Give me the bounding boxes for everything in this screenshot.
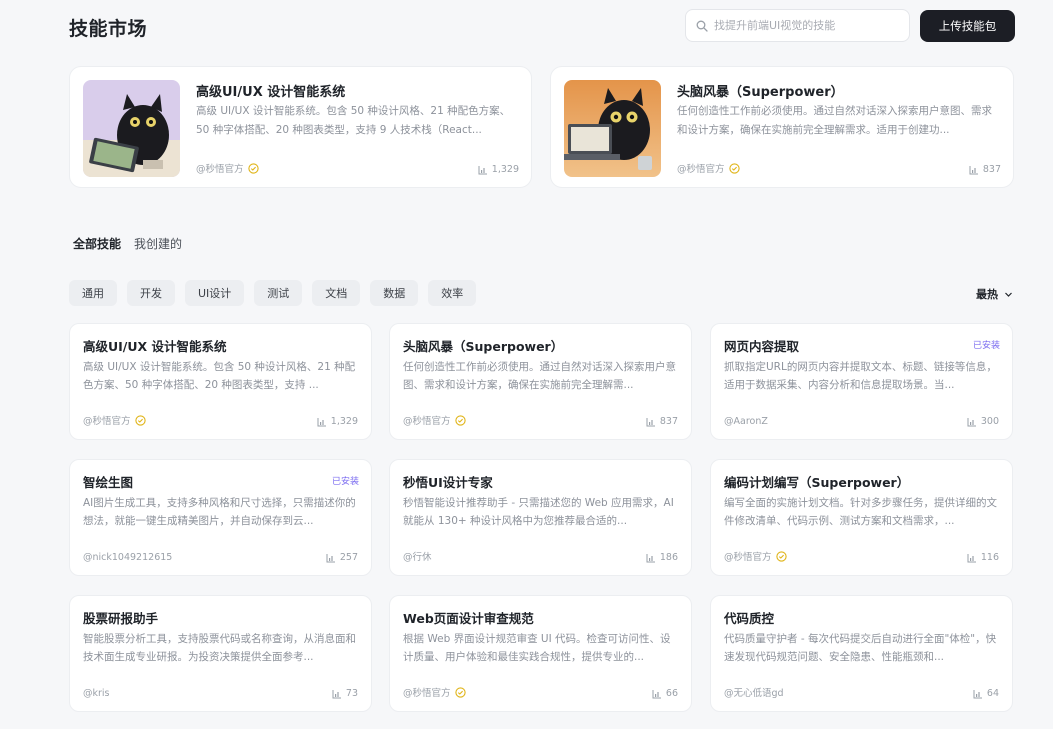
skill-title: Web页面设计审查规范 bbox=[403, 611, 534, 626]
skill-desc: 编写全面的实施计划文档。针对多步骤任务，提供详细的文件修改清单、代码示例、测试方… bbox=[724, 497, 997, 527]
usage-count: 837 bbox=[969, 164, 1001, 175]
verified-badge-icon bbox=[454, 414, 466, 426]
bar-chart-icon bbox=[326, 553, 335, 562]
category-chip[interactable]: 效率 bbox=[428, 280, 477, 306]
skill-title: 网页内容提取 bbox=[724, 339, 800, 354]
featured-author: @秒悟官方 bbox=[677, 161, 740, 175]
page-title: 技能市场 bbox=[69, 18, 148, 40]
chevron-down-icon bbox=[1005, 292, 1012, 297]
search-icon bbox=[696, 20, 708, 32]
sort-label: 最热 bbox=[976, 288, 998, 301]
verified-badge-icon bbox=[134, 414, 146, 426]
featured-title: 高级UI/UX 设计智能系统 bbox=[196, 85, 346, 100]
usage-count: 1,329 bbox=[478, 164, 519, 175]
skill-desc: 智能股票分析工具，支持股票代码或名称查询，从消息面和技术面生成专业研报。为投资决… bbox=[83, 633, 356, 663]
verified-badge-icon bbox=[454, 686, 466, 698]
usage-count: 300 bbox=[967, 416, 999, 427]
bar-chart-icon bbox=[969, 165, 978, 174]
usage-count: 837 bbox=[646, 416, 678, 427]
search-input[interactable] bbox=[714, 19, 909, 32]
bar-chart-icon bbox=[967, 417, 976, 426]
usage-count: 1,329 bbox=[317, 416, 358, 427]
tab-my-created[interactable]: 我创建的 bbox=[134, 235, 182, 252]
skill-desc: 高级 UI/UX 设计智能系统。包含 50 种设计风格、21 种配色方案、50 … bbox=[83, 361, 356, 391]
skill-title: 头脑风暴（Superpower） bbox=[403, 339, 564, 354]
skill-card[interactable]: 编码计划编写（Superpower） 编写全面的实施计划文档。针对多步骤任务，提供… bbox=[710, 459, 1013, 576]
bar-chart-icon bbox=[646, 553, 655, 562]
sort-dropdown[interactable]: 最热 bbox=[976, 286, 1013, 302]
skill-card[interactable]: 智绘生图 已安装 AI图片生成工具，支持多种风格和尺寸选择，只需描述你的想法，就能一… bbox=[69, 459, 372, 576]
category-chip[interactable]: 测试 bbox=[254, 280, 303, 306]
verified-badge-icon bbox=[775, 550, 787, 562]
bar-chart-icon bbox=[317, 417, 326, 426]
skill-author: @AaronZ bbox=[724, 416, 768, 427]
skill-tabs: 全部技能 我创建的 bbox=[73, 235, 182, 252]
skill-author: @秒悟官方 bbox=[403, 685, 466, 699]
bar-chart-icon bbox=[646, 417, 655, 426]
skill-card[interactable]: Web页面设计审查规范根据 Web 界面设计规范审查 UI 代码。检查可访问性、… bbox=[389, 595, 692, 712]
skill-card[interactable]: 秒悟UI设计专家秒悟智能设计推荐助手 - 只需描述您的 Web 应用需求，AI … bbox=[389, 459, 692, 576]
skill-title: 股票研报助手 bbox=[83, 611, 159, 626]
bar-chart-icon bbox=[652, 689, 661, 698]
bar-chart-icon bbox=[332, 689, 341, 698]
usage-count: 73 bbox=[332, 688, 358, 699]
skill-card[interactable]: 代码质控代码质量守护者 - 每次代码提交后自动进行全面"体检"，快速发现代码规范… bbox=[710, 595, 1013, 712]
skill-desc: 秒悟智能设计推荐助手 - 只需描述您的 Web 应用需求，AI 就能从 130+… bbox=[403, 497, 674, 527]
skill-author: @秒悟官方 bbox=[83, 413, 146, 427]
upload-skill-button[interactable]: 上传技能包 bbox=[920, 10, 1015, 42]
cat-tablet-illustration bbox=[83, 80, 180, 177]
tab-all-skills[interactable]: 全部技能 bbox=[73, 235, 121, 252]
category-chip[interactable]: 开发 bbox=[127, 280, 175, 306]
category-filter: 通用 开发 UI设计 测试 文档 数据 效率 bbox=[69, 280, 477, 306]
skill-author: @秒悟官方 bbox=[403, 413, 466, 427]
skill-title: 编码计划编写（Superpower） bbox=[724, 475, 910, 490]
skill-author: @秒悟官方 bbox=[724, 549, 787, 563]
skill-desc: 代码质量守护者 - 每次代码提交后自动进行全面"体检"，快速发现代码规范问题、安… bbox=[724, 633, 997, 663]
featured-desc: 任何创造性工作前必须使用。通过自然对话深入探索用户意图、需求和设计方案，确保在实… bbox=[677, 105, 992, 136]
usage-count: 116 bbox=[967, 552, 999, 563]
installed-badge: 已安装 bbox=[331, 477, 359, 487]
skill-author: @无心低语gd bbox=[724, 688, 784, 699]
skill-title: 代码质控 bbox=[724, 611, 775, 626]
featured-desc: 高级 UI/UX 设计智能系统。包含 50 种设计风格、21 种配色方案、50 … bbox=[196, 105, 511, 136]
skill-desc: 任何创造性工作前必须使用。通过自然对话深入探索用户意图、需求和设计方案，确保在实… bbox=[403, 361, 676, 391]
featured-card[interactable]: 头脑风暴（Superpower） 任何创造性工作前必须使用。通过自然对话深入探索… bbox=[550, 66, 1014, 188]
category-chip[interactable]: UI设计 bbox=[185, 280, 245, 306]
skill-title: 智绘生图 bbox=[83, 475, 134, 490]
search-box[interactable] bbox=[685, 9, 910, 42]
skill-author: @kris bbox=[83, 688, 110, 699]
featured-title: 头脑风暴（Superpower） bbox=[677, 85, 844, 100]
skill-author: @nick1049212615 bbox=[83, 552, 173, 563]
bar-chart-icon bbox=[478, 165, 487, 174]
skill-author: @行休 bbox=[403, 552, 432, 563]
installed-badge: 已安装 bbox=[972, 341, 1000, 351]
skill-desc: 抓取指定URL的网页内容并提取文本、标题、链接等信息，适用于数据采集、内容分析和… bbox=[724, 361, 997, 391]
bar-chart-icon bbox=[967, 553, 976, 562]
skill-desc: AI图片生成工具，支持多种风格和尺寸选择，只需描述你的想法，就能一键生成精美图片… bbox=[83, 497, 356, 527]
featured-card[interactable]: 高级UI/UX 设计智能系统 高级 UI/UX 设计智能系统。包含 50 种设计… bbox=[69, 66, 532, 188]
skill-card[interactable]: 网页内容提取 已安装抓取指定URL的网页内容并提取文本、标题、链接等信息，适用于数… bbox=[710, 323, 1013, 440]
usage-count: 64 bbox=[973, 688, 999, 699]
skill-card[interactable]: 高级UI/UX 设计智能系统高级 UI/UX 设计智能系统。包含 50 种设计风… bbox=[69, 323, 372, 440]
verified-badge-icon bbox=[247, 162, 259, 174]
usage-count: 257 bbox=[326, 552, 358, 563]
category-chip[interactable]: 文档 bbox=[312, 280, 361, 306]
category-chip[interactable]: 数据 bbox=[370, 280, 419, 306]
bar-chart-icon bbox=[973, 689, 982, 698]
skill-card[interactable]: 头脑风暴（Superpower） 任何创造性工作前必须使用。通过自然对话深入探索用… bbox=[389, 323, 692, 440]
featured-author: @秒悟官方 bbox=[196, 161, 259, 175]
skill-card[interactable]: 股票研报助手智能股票分析工具，支持股票代码或名称查询，从消息面和技术面生成专业研… bbox=[69, 595, 372, 712]
cat-laptop-illustration bbox=[564, 80, 661, 177]
category-chip[interactable]: 通用 bbox=[69, 280, 117, 306]
skill-desc: 根据 Web 界面设计规范审查 UI 代码。检查可访问性、设计质量、用户体验和最… bbox=[403, 633, 671, 663]
usage-count: 186 bbox=[646, 552, 678, 563]
usage-count: 66 bbox=[652, 688, 678, 699]
verified-badge-icon bbox=[728, 162, 740, 174]
skill-title: 高级UI/UX 设计智能系统 bbox=[83, 339, 227, 354]
skill-title: 秒悟UI设计专家 bbox=[403, 475, 493, 490]
